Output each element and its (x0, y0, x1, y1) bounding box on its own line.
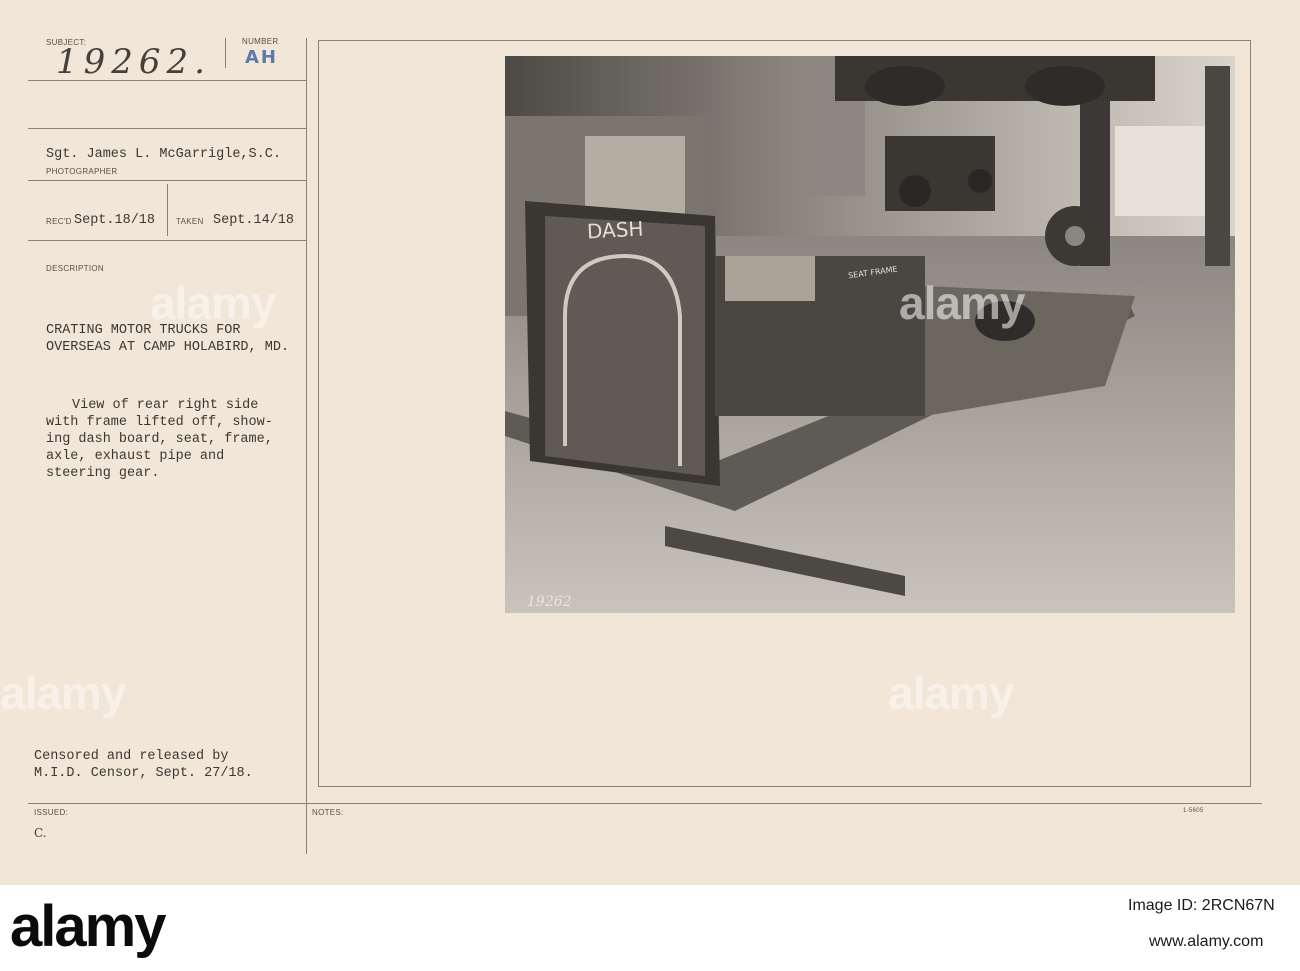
footer-url[interactable]: www.alamy.com (1149, 933, 1263, 951)
taken-label: TAKEN (176, 217, 204, 226)
subject-number: 19262. (56, 42, 211, 82)
recd-date: Sept.18/18 (74, 213, 156, 228)
divider-dates-vertical (167, 184, 168, 236)
negative-number: 19262 (527, 594, 572, 610)
form-code: 1-5605 (1183, 808, 1204, 814)
notes-label: NOTES: (312, 808, 344, 817)
divider-dates (28, 240, 306, 241)
photograph-image (505, 56, 1235, 613)
recd-label: REC'D (46, 217, 72, 226)
number-label: NUMBER (242, 37, 279, 46)
watermark-bottom-right: alamy (888, 667, 1014, 719)
footer-logo[interactable]: alamy (10, 893, 166, 960)
bottom-rule (28, 803, 1262, 804)
description-label: DESCRIPTION (46, 264, 104, 273)
archive-card: SUBJECT: NUMBER PHOTOGRAPHER REC'D TAKEN… (0, 0, 1300, 971)
watermark-top-right: alamy (899, 277, 1025, 329)
description-line-4: axle, exhaust pipe and (46, 449, 225, 464)
issued-label: ISSUED: (34, 808, 69, 817)
watermark-top-left: alamy (150, 277, 276, 329)
censor-line-2: M.I.D. Censor, Sept. 27/18. (34, 766, 253, 781)
dash-label: DASH (586, 216, 645, 244)
divider-photographer-top (28, 128, 306, 129)
censor-line-1: Censored and released by (34, 749, 229, 764)
footer-image-id: Image ID: 2RCN67N (1128, 897, 1275, 914)
footer-bar: alamy Image ID: 2RCN67N www.alamy.com (0, 885, 1300, 971)
number-stamp: AH (245, 47, 278, 68)
taken-date: Sept.14/18 (213, 213, 295, 228)
description-line-3: ing dash board, seat, frame, (46, 432, 273, 447)
photographer-name: Sgt. James L. McGarrigle,S.C. (46, 147, 281, 162)
description-line-5: steering gear. (46, 466, 160, 481)
issued-mark: C. (34, 826, 47, 840)
divider-photographer (28, 180, 306, 181)
description-line-2: with frame lifted off, show- (46, 415, 273, 430)
description-line-1: View of rear right side (72, 398, 259, 413)
title-line-2: OVERSEAS AT CAMP HOLABIRD, MD. (46, 340, 290, 355)
watermark-bottom-left: alamy (0, 667, 126, 719)
photograph: DASH SEAT FRAME 19262 (505, 56, 1235, 613)
photographer-label: PHOTOGRAPHER (46, 167, 118, 176)
divider-number (225, 38, 226, 68)
column-divider (306, 38, 307, 854)
